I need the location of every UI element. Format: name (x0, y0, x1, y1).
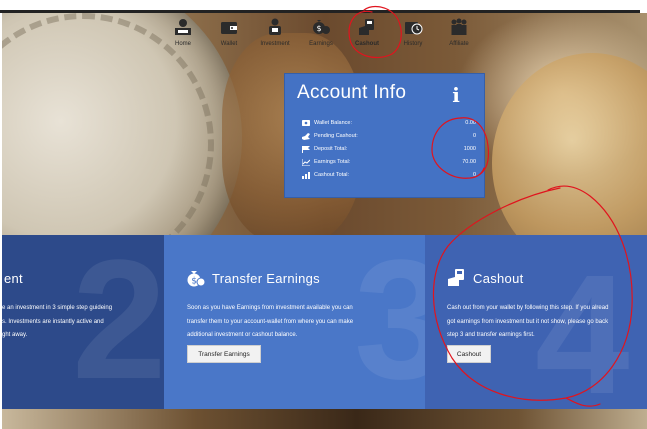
earnings-total-row: Earnings Total: 70.00 (301, 156, 476, 168)
transfer-earnings-button[interactable]: Transfer Earnings (187, 345, 261, 363)
affiliate-icon (449, 16, 469, 38)
cashout-icon (447, 268, 467, 288)
row-label: Wallet Balance: (314, 120, 353, 126)
text-line: e an investment in 3 simple step guidein… (2, 305, 113, 311)
investment-icon (265, 16, 285, 38)
earnings-icon: $ (186, 268, 206, 288)
pending-cashout-row: Pending Cashout: 0 (301, 130, 476, 142)
chart-line-icon (301, 158, 310, 166)
text-line: transfer them to your account-wallet fro… (187, 318, 354, 325)
nav-label: Investment (260, 41, 290, 47)
nav-label: Affiliate (449, 41, 469, 47)
deposit-total-row: Deposit Total: 1000 (301, 143, 476, 155)
deposit-total-value: 1000 (463, 146, 476, 152)
nav-label: Home (174, 41, 191, 47)
coin-image (492, 53, 647, 235)
cashout-button[interactable]: Cashout (447, 345, 491, 363)
nav-label: History (403, 41, 423, 47)
row-label: Deposit Total: (314, 146, 348, 152)
steps-section: 2 ent e an investment in 3 simple step g… (2, 235, 647, 409)
text-line: got earnings from investment but it not … (447, 318, 609, 325)
step-description: Cash out from your wallet by following t… (447, 302, 608, 343)
step-title: Transfer Earnings (212, 271, 320, 286)
svg-text:$: $ (191, 277, 197, 287)
wallet-icon (301, 120, 310, 127)
nav-label: Wallet (220, 41, 238, 47)
pending-cashout-value: 0 (472, 133, 476, 139)
history-icon (403, 16, 423, 38)
step-title: Cashout (473, 271, 524, 286)
account-info-panel: Account Info i Wallet Balance: 0.00 Pend… (284, 73, 485, 198)
cashout-icon (357, 16, 377, 38)
text-line: ght away. (2, 332, 28, 338)
nav-label: Earnings (309, 41, 333, 47)
earnings-total-value: 70.00 (462, 159, 476, 165)
nav-item-affiliate[interactable]: Affiliate (436, 16, 482, 56)
wallet-balance-value: 0.00 (465, 120, 476, 126)
row-label: Pending Cashout: (314, 133, 358, 139)
nav-item-investment[interactable]: Investment (252, 16, 298, 56)
cashout-total-value: 0 (472, 172, 476, 178)
text-line: additional investment or cashout balance… (187, 332, 298, 338)
nav-label: Cashout (355, 41, 379, 47)
hand-icon (301, 132, 310, 140)
svg-text:$: $ (317, 24, 322, 33)
nav-item-history[interactable]: History (390, 16, 436, 56)
bottom-background (2, 409, 647, 429)
row-label: Cashout Total: (314, 172, 350, 178)
flag-icon (301, 145, 310, 153)
text-line: Soon as you have Earnings from investmen… (187, 305, 353, 311)
step-description: e an investment in 3 simple step guidein… (2, 302, 112, 343)
wallet-balance-row: Wallet Balance: 0.00 (301, 117, 476, 129)
top-bar (0, 0, 647, 8)
bar-chart-icon (301, 171, 310, 179)
text-line: step 3 and transfer earnings first. (447, 332, 535, 338)
step-cashout-panel: 4 Cashout Cash out from your wallet by f… (425, 235, 647, 409)
text-line: s. Investments are instantly active and (2, 318, 104, 325)
cashout-total-row: Cashout Total: 0 (301, 169, 476, 181)
step-title: ent (4, 271, 23, 286)
text-line: Cash out from your wallet by following t… (447, 305, 609, 311)
row-label: Earnings Total: (314, 159, 351, 165)
home-icon (173, 16, 193, 38)
wallet-icon (219, 16, 239, 38)
nav-item-wallet[interactable]: Wallet (206, 16, 252, 56)
step-number: 3 (354, 235, 425, 409)
nav-item-earnings[interactable]: $ Earnings (298, 16, 344, 56)
info-icon: i (452, 83, 460, 107)
step-transfer-panel: 3 $ Transfer Earnings Soon as you have E… (164, 235, 425, 409)
nav-item-home[interactable]: Home (160, 16, 206, 56)
step-description: Soon as you have Earnings from investmen… (187, 302, 353, 343)
account-info-title: Account Info (297, 82, 407, 103)
main-nav: Home Wallet Investment $ Earnings Cashou… (160, 16, 482, 56)
nav-item-cashout[interactable]: Cashout (344, 16, 390, 56)
earnings-icon: $ (311, 16, 331, 38)
step-investment-panel: 2 ent e an investment in 3 simple step g… (2, 235, 164, 409)
